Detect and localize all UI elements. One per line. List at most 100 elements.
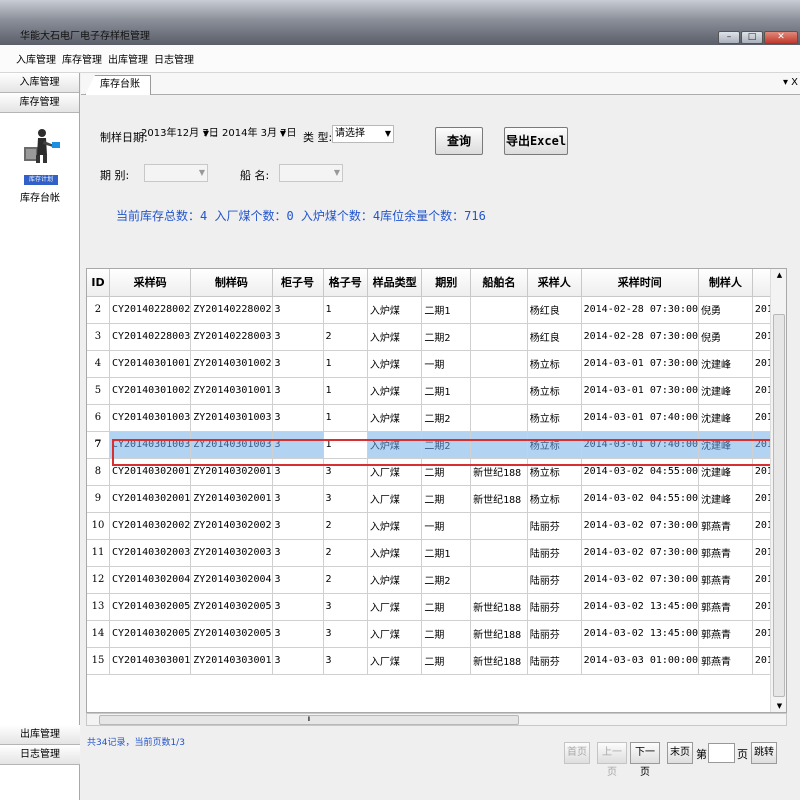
menu-log[interactable]: 日志管理 [152,51,198,66]
last-page-button[interactable]: 末页 [667,742,693,764]
table-cell[interactable]: 3 [272,296,324,324]
table-cell[interactable]: 入厂煤 [367,647,423,675]
column-header[interactable]: ID [87,269,110,297]
table-cell[interactable]: 3 [272,431,324,459]
table-cell[interactable]: 一期 [421,350,472,378]
table-cell[interactable]: 郭燕青 [698,539,753,567]
table-cell[interactable]: 3 [272,620,324,648]
table-row[interactable]: 11 CY20140302003 ZY20140302003 3 2 入炉煤 二期1 陆丽芬 2… [87,539,786,567]
table-cell[interactable]: ZY20140302001 [190,485,273,513]
table-cell[interactable]: 沈建峰 [698,458,753,486]
table-cell[interactable]: CY20140302002 [109,512,192,540]
date-to-picker[interactable]: 2014年 3月 7日 ▼ [220,126,297,144]
table-cell[interactable]: 入炉煤 [367,539,423,567]
row-id-cell[interactable]: 9 [87,485,110,513]
table-cell[interactable]: 入厂煤 [367,458,423,486]
inventory-icon[interactable] [22,125,62,165]
table-cell[interactable]: ZY20140302001 [190,458,273,486]
table-cell[interactable]: 2014-02-28 07:30:00 [581,323,700,351]
menu-inventory[interactable]: 库存管理 [60,51,106,66]
table-cell[interactable]: 杨立标 [527,377,582,405]
table-cell[interactable]: 1 [323,404,368,432]
type-select[interactable]: 请选择 ▼ [332,125,394,143]
table-cell[interactable]: 陆丽芬 [527,512,582,540]
table-cell[interactable]: 二期2 [421,404,472,432]
row-id-cell[interactable]: 8 [87,458,110,486]
table-cell[interactable]: 2014-03-01 07:30:00 [581,377,700,405]
table-cell[interactable]: CY20140301002 [109,377,192,405]
table-row[interactable]: 2 CY20140228002 ZY20140228002 3 1 入炉煤 二期1 杨红良 20… [87,296,786,324]
table-cell[interactable]: CY20140228003 [109,323,192,351]
table-cell[interactable]: CY20140301001 [109,350,192,378]
table-cell[interactable]: CY20140302005 [109,620,192,648]
table-row[interactable]: 15 CY20140303001 ZY20140303001 3 3 入厂煤 二期 新世纪18… [87,647,786,675]
table-cell[interactable] [470,296,528,324]
row-id-cell[interactable]: 7 [87,431,110,459]
table-row[interactable]: 9 CY20140302001 ZY20140302001 3 3 入厂煤 二期 新世纪188… [87,485,786,513]
table-cell[interactable]: 新世纪188 [470,620,528,648]
table-row[interactable]: 3 CY20140228003 ZY20140228003 3 2 入炉煤 二期2 杨红良 20… [87,323,786,351]
prev-page-button[interactable]: 上一页 [597,742,627,778]
tab-close-controls[interactable]: ▾ X [783,77,798,88]
table-cell[interactable]: 2014-03-01 07:30:00 [581,350,700,378]
table-cell[interactable]: 郭燕青 [698,647,753,675]
query-button[interactable]: 查询 [435,127,483,155]
table-cell[interactable]: 新世纪188 [470,647,528,675]
table-cell[interactable] [470,323,528,351]
table-cell[interactable]: 杨立标 [527,485,582,513]
table-cell[interactable]: 新世纪188 [470,485,528,513]
table-cell[interactable]: 入厂煤 [367,620,423,648]
table-cell[interactable]: 2014-03-02 13:45:00 [581,593,700,621]
table-cell[interactable]: 3 [323,593,368,621]
inventory-ledger-label[interactable]: 库存台帐 [0,189,80,204]
row-id-cell[interactable]: 5 [87,377,110,405]
table-cell[interactable]: ZY20140301003 [190,431,273,459]
column-header[interactable]: 样品类型 [367,269,423,297]
go-page-button[interactable]: 跳转 [751,742,777,764]
column-header[interactable]: 船舶名 [470,269,528,297]
table-cell[interactable]: 新世纪188 [470,458,528,486]
vertical-scrollbar[interactable]: ▲ ▼ [770,269,786,712]
table-cell[interactable]: 沈建峰 [698,431,753,459]
table-cell[interactable] [470,566,528,594]
sidebar-item-inventory[interactable]: 库存管理 [0,93,79,113]
table-cell[interactable]: 2014-03-02 07:30:00 [581,539,700,567]
sidebar-item-log[interactable]: 日志管理 [0,745,80,765]
table-cell[interactable]: 郭燕青 [698,593,753,621]
table-cell[interactable]: 杨红良 [527,323,582,351]
table-cell[interactable]: 3 [323,458,368,486]
row-id-cell[interactable]: 3 [87,323,110,351]
table-cell[interactable]: 2014-03-02 04:55:00 [581,458,700,486]
table-cell[interactable]: 2014-03-02 04:55:00 [581,485,700,513]
table-cell[interactable]: 倪勇 [698,296,753,324]
table-cell[interactable]: CY20140302001 [109,485,192,513]
maximize-button[interactable]: □ [741,31,763,44]
date-from-picker[interactable]: 2013年12月 7日 ▼ [139,126,219,144]
table-cell[interactable]: 3 [323,620,368,648]
table-cell[interactable]: 3 [272,566,324,594]
table-cell[interactable]: 入炉煤 [367,404,423,432]
table-cell[interactable]: 杨立标 [527,404,582,432]
table-cell[interactable]: 二期2 [421,566,472,594]
table-cell[interactable] [470,431,528,459]
table-cell[interactable] [470,377,528,405]
table-cell[interactable]: 二期 [421,647,472,675]
table-cell[interactable] [470,539,528,567]
table-row[interactable]: 8 CY20140302001 ZY20140302001 3 3 入厂煤 二期 新世纪188… [87,458,786,486]
table-cell[interactable]: 3 [272,350,324,378]
table-cell[interactable]: 沈建峰 [698,485,753,513]
table-cell[interactable]: 2 [323,539,368,567]
table-cell[interactable]: 2014-03-01 07:40:00 [581,404,700,432]
period-select[interactable]: ▼ [144,164,208,182]
table-cell[interactable]: 3 [272,485,324,513]
table-cell[interactable]: 1 [323,296,368,324]
sidebar-item-inbound[interactable]: 入库管理 [0,73,79,93]
row-id-cell[interactable]: 6 [87,404,110,432]
ship-select[interactable]: ▼ [279,164,343,182]
table-row[interactable]: 13 CY20140302005 ZY20140302005 3 3 入厂煤 二期 新世纪18… [87,593,786,621]
table-cell[interactable]: 2014-03-02 07:30:00 [581,512,700,540]
row-id-cell[interactable]: 14 [87,620,110,648]
table-cell[interactable]: 沈建峰 [698,377,753,405]
horizontal-scrollbar[interactable]: ⦀ [86,713,787,726]
table-cell[interactable]: CY20140301003 [109,404,192,432]
